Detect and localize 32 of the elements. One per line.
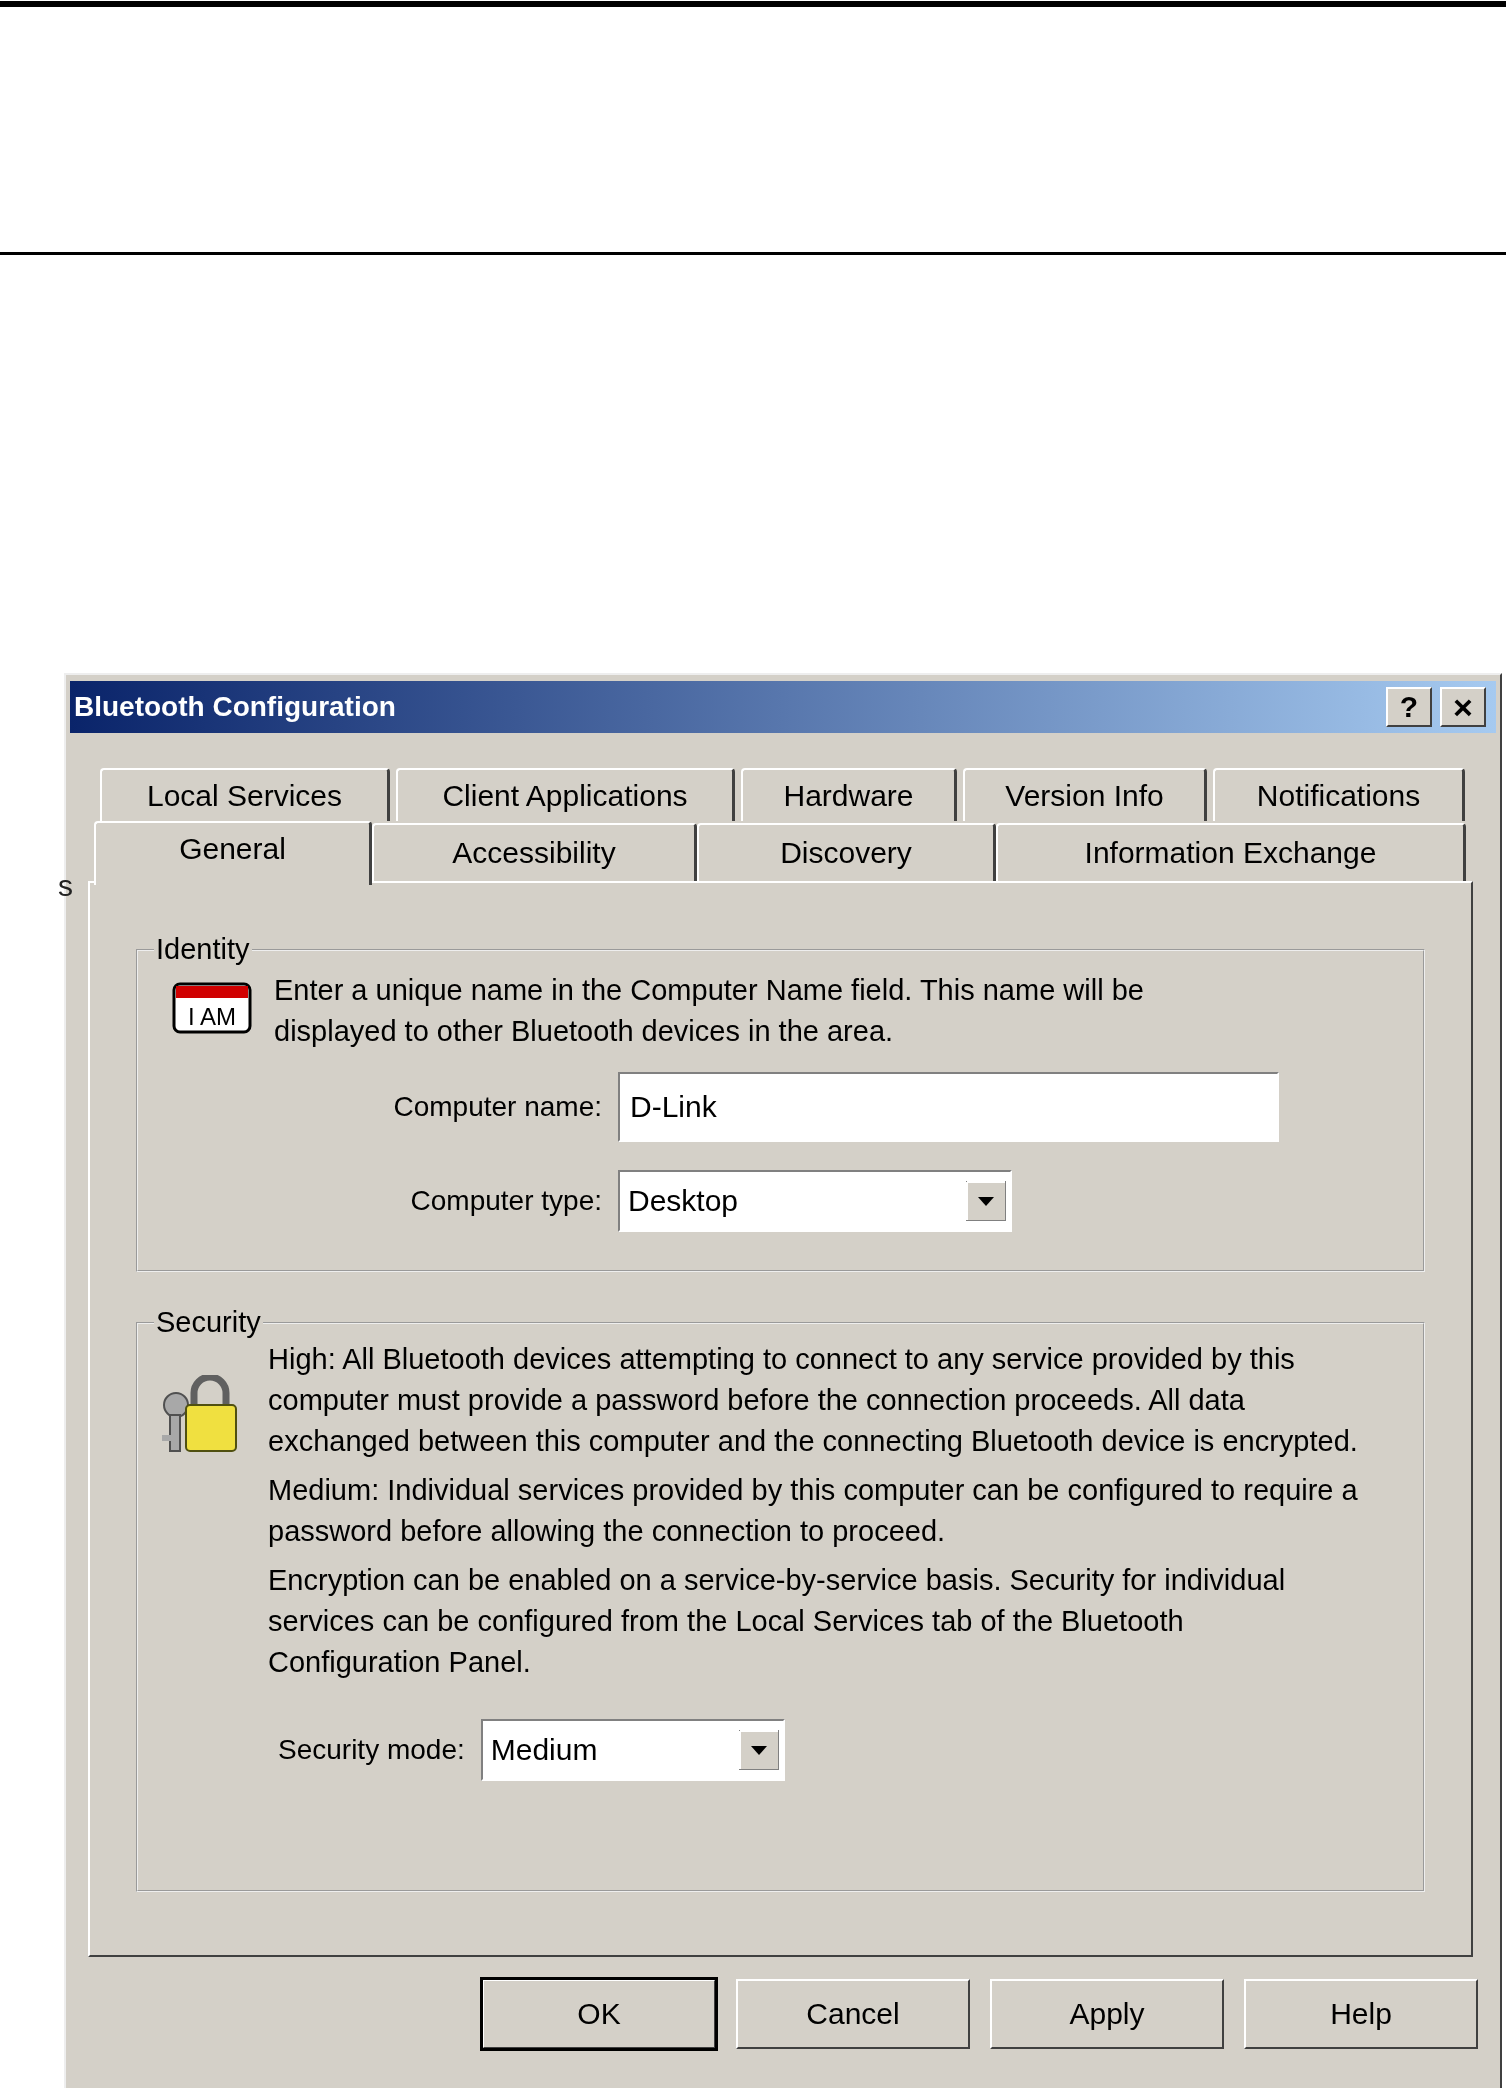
- close-button[interactable]: ×: [1440, 687, 1486, 727]
- tab[interactable]: Version Info: [963, 768, 1207, 821]
- description-text: Enter a unique name in the Computer Name field. This name will be displayed to other Bluetooth devices in the area.: [274, 973, 1145, 1049]
- description-text: High: All Bluetooth devices attempting to connect to any service provided by this computer must provide a password before the connection proceeds. All data exchanged between this computer and the connecting Bluetooth device is encrypted.: [268, 1342, 1359, 1459]
- group-title: Security: [155, 1306, 262, 1339]
- computer-name-field[interactable]: D-Link: [618, 1072, 1279, 1142]
- description-text: Medium: Individual services provided by this computer can be configured to require a password before allowing the connection to proceed.: [268, 1473, 1359, 1549]
- dropdown[interactable]: Desktop: [618, 1170, 1012, 1232]
- tab[interactable]: General: [94, 821, 372, 885]
- dropdown-arrow-icon: [738, 1730, 779, 1770]
- dialog-button[interactable]: Help: [1244, 1979, 1478, 2049]
- tab[interactable]: Notifications: [1213, 768, 1465, 821]
- tab[interactable]: Client Applications: [396, 768, 735, 821]
- dialog-button[interactable]: Cancel: [736, 1979, 970, 2049]
- dialog-button[interactable]: OK: [482, 1979, 716, 2049]
- group-title: Identity: [155, 933, 251, 966]
- name-card-icon: I AM: [172, 980, 252, 1036]
- tab[interactable]: Hardware: [741, 768, 957, 821]
- dropdown[interactable]: Medium: [480, 1719, 785, 1781]
- tab[interactable]: Local Services: [100, 768, 390, 821]
- help-button[interactable]: ?: [1386, 687, 1432, 727]
- dropdown-arrow-icon: [966, 1181, 1006, 1221]
- tab[interactable]: Accessibility: [372, 823, 697, 881]
- tab[interactable]: Information Exchange: [996, 823, 1466, 881]
- field-label: Computer type:: [409, 1185, 602, 1217]
- dialog-button[interactable]: Apply: [990, 1979, 1224, 2049]
- field-label: Computer name:: [392, 1091, 602, 1123]
- description-text: Encryption can be enabled on a service-by-service basis. Security for individual services can be configured from the Local Services tab of the Bluetooth Configuration Panel.: [268, 1563, 1287, 1680]
- window-title: Bluetooth Configuration: [74, 691, 396, 723]
- field-label: Security mode:: [278, 1734, 465, 1766]
- tab[interactable]: Discovery: [697, 823, 996, 881]
- text-fragment: s: [58, 869, 73, 903]
